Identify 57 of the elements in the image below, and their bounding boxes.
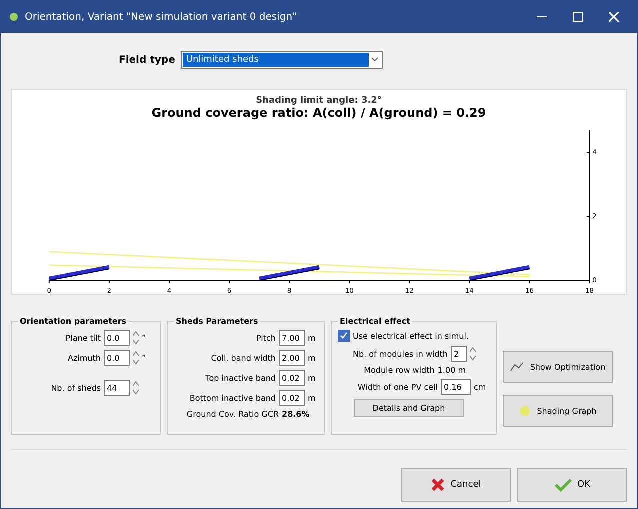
caret-icon[interactable]	[369, 56, 382, 64]
optimization-button[interactable]: Show Optimization	[503, 351, 613, 383]
window-title: Orientation, Variant "New simulation variant 0 design"	[25, 12, 298, 22]
input-field[interactable]: 44	[104, 380, 130, 396]
group-title: Orientation parameters	[19, 317, 128, 326]
spinner-icon[interactable]	[133, 381, 139, 395]
spinner-icon[interactable]	[133, 351, 139, 365]
input-field[interactable]: 2.00	[279, 350, 305, 366]
group-title: Sheds Parameters	[175, 317, 260, 326]
chart-icon	[510, 362, 524, 372]
spinner-icon[interactable]	[470, 347, 476, 361]
checkbox-label: Use electrical effect in simul.	[353, 332, 469, 340]
field-label: Nb. of sheds	[51, 384, 101, 392]
spinner-icon[interactable]	[133, 331, 139, 345]
unit-label: cm	[474, 382, 484, 392]
sun-icon	[519, 405, 532, 417]
field-label: Nb. of modules in width	[353, 350, 448, 358]
input-field[interactable]: 0.16	[441, 379, 471, 395]
app-icon	[9, 12, 19, 22]
shading-graph-button[interactable]: Shading Graph	[503, 395, 613, 427]
unit-label: m	[308, 394, 317, 402]
shed-row	[259, 265, 320, 282]
input-field[interactable]: 0.02	[279, 390, 305, 406]
field-label: Azimuth	[68, 354, 101, 362]
field-label: Module row width	[364, 366, 435, 375]
field-type-label: Field type	[119, 54, 176, 66]
chart-title: Ground coverage ratio: A(coll) / A(ground) = 0.29	[152, 106, 486, 120]
field-label: Ground Cov. Ratio GCR	[186, 410, 279, 419]
gcr-value: 28.6%	[282, 410, 311, 419]
row-width-value: 1.00 m	[438, 366, 466, 375]
shed-row	[48, 265, 110, 282]
ok-button[interactable]: OK	[517, 468, 627, 502]
checkbox[interactable]	[338, 330, 350, 342]
field-label: Bottom inactive band	[190, 394, 276, 402]
input-field[interactable]: 0.0	[104, 330, 130, 346]
field-label: Coll. band width	[211, 354, 276, 362]
shed-row	[469, 265, 530, 282]
input-field[interactable]: 0.02	[279, 370, 305, 386]
field-type-dropdown[interactable]: Unlimited sheds	[181, 51, 384, 69]
unit-label: m	[308, 354, 317, 362]
field-label: Plane tilt	[66, 334, 101, 342]
unit-label: °	[142, 334, 147, 342]
input-field[interactable]: 7.00	[279, 330, 305, 346]
unit-label: m	[308, 374, 317, 382]
input-field[interactable]: 0.0	[104, 350, 130, 366]
field-label: Top inactive band	[206, 374, 276, 382]
field-label: Pitch	[256, 334, 276, 342]
unit-label: m	[308, 334, 317, 342]
cancel-button[interactable]: Cancel	[401, 468, 511, 502]
cross-icon	[430, 478, 445, 492]
unit-label: °	[142, 354, 147, 362]
field-label: Width of one PV cell	[358, 382, 438, 392]
check-icon	[554, 478, 572, 492]
input-field[interactable]: 2	[451, 346, 467, 362]
details-button[interactable]: Details and Graph	[354, 399, 464, 417]
group-title: Electrical effect	[339, 317, 412, 326]
chart-subtitle: Shading limit angle: 3.2°	[256, 96, 382, 106]
